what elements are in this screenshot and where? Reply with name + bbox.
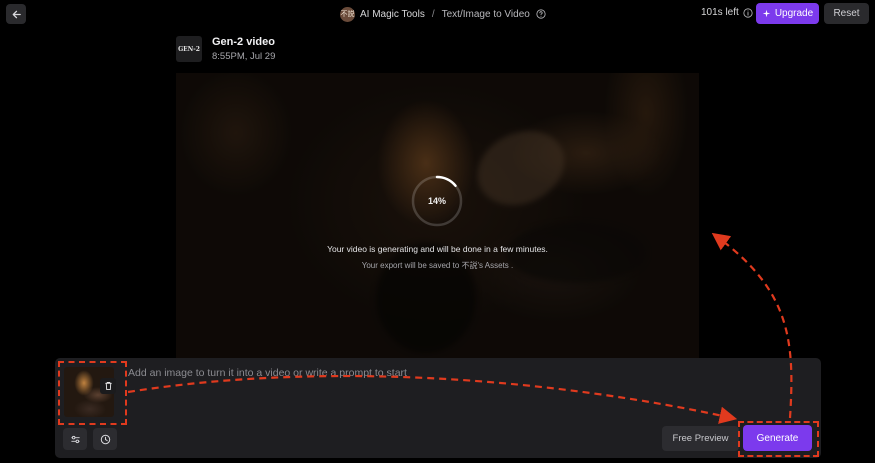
breadcrumb: 不説 AI Magic Tools / Text/Image to Video bbox=[340, 5, 546, 23]
back-button[interactable] bbox=[6, 4, 26, 24]
upgrade-label: Upgrade bbox=[774, 8, 814, 19]
help-icon[interactable] bbox=[536, 9, 546, 19]
export-destination: Your export will be saved to 不説's Assets… bbox=[361, 261, 514, 270]
model-logo: GEN-2 bbox=[176, 36, 202, 62]
clock-icon bbox=[100, 434, 110, 444]
breadcrumb-separator: / bbox=[431, 8, 435, 20]
job-timestamp: 8:55PM, Jul 29 bbox=[212, 51, 276, 62]
history-button[interactable] bbox=[93, 428, 117, 450]
job-title: Gen-2 video bbox=[212, 36, 275, 48]
breadcrumb-item-current: Text/Image to Video bbox=[441, 8, 530, 20]
info-icon[interactable] bbox=[743, 7, 753, 18]
video-preview: 14% Your video is generating and will be… bbox=[176, 73, 699, 361]
remove-image-button[interactable] bbox=[100, 378, 116, 394]
trash-icon bbox=[104, 381, 112, 391]
settings-button[interactable] bbox=[63, 428, 87, 450]
generate-button[interactable]: Generate bbox=[743, 425, 812, 451]
free-preview-button[interactable]: Free Preview bbox=[662, 426, 739, 451]
generation-status: Your video is generating and will be don… bbox=[327, 244, 548, 254]
workspace-avatar[interactable]: 不説 bbox=[340, 6, 355, 22]
credits-label: 101s left bbox=[701, 7, 739, 18]
progress-percent: 14% bbox=[427, 196, 446, 206]
credits-remaining: 101s left bbox=[701, 7, 753, 18]
generate-highlight: Generate bbox=[738, 421, 819, 457]
arrow-left-icon bbox=[12, 10, 21, 18]
prompt-input[interactable] bbox=[128, 364, 788, 382]
reset-button[interactable]: Reset bbox=[824, 3, 869, 24]
sparkle-icon bbox=[762, 9, 771, 18]
top-bar: 不説 AI Magic Tools / Text/Image to Video … bbox=[0, 0, 875, 28]
image-attachment bbox=[58, 361, 127, 425]
sliders-icon bbox=[70, 435, 80, 443]
job-header: GEN-2 Gen-2 video 8:55PM, Jul 29 bbox=[176, 36, 275, 62]
breadcrumb-item-tools[interactable]: AI Magic Tools bbox=[360, 9, 425, 20]
prompt-composer: Free Preview Generate bbox=[55, 358, 821, 458]
upgrade-button[interactable]: Upgrade bbox=[756, 3, 819, 24]
